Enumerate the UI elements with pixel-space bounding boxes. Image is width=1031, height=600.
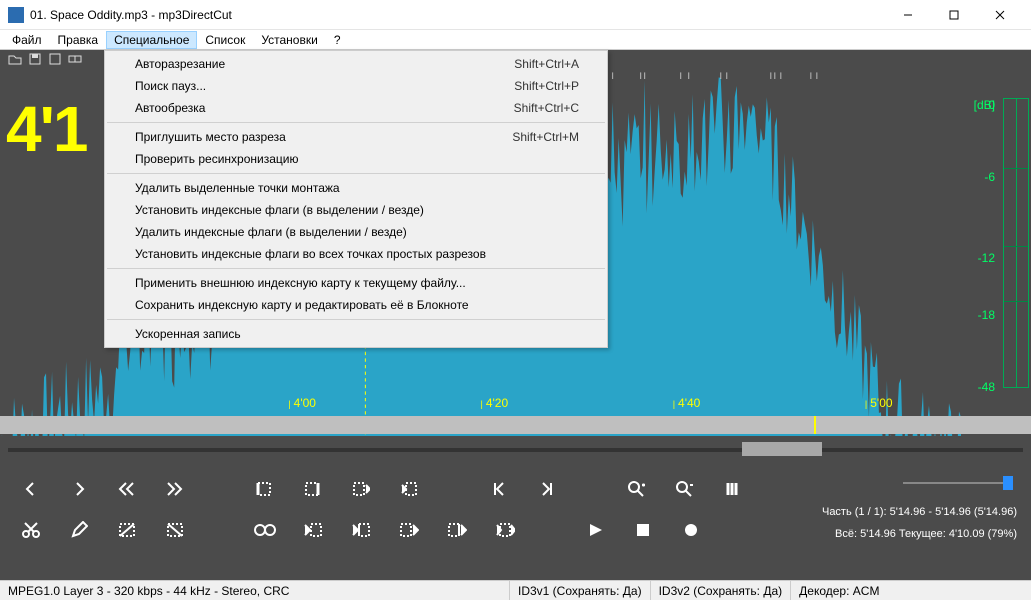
rewind-button[interactable]	[114, 476, 140, 502]
status-decoder: Декодер: ACM	[791, 581, 1031, 600]
overview-slider[interactable]	[0, 436, 1031, 464]
sel-play-start-button[interactable]	[348, 476, 374, 502]
menu-item[interactable]: Удалить выделенные точки монтажа	[105, 177, 607, 199]
record-button[interactable]	[678, 517, 704, 543]
title-bar: 01. Space Oddity.mp3 - mp3DirectCut	[0, 0, 1031, 30]
menu-separator	[107, 268, 605, 269]
zoom-fit-button[interactable]	[720, 476, 746, 502]
menu-special[interactable]: Специальное	[106, 31, 197, 49]
menu-item[interactable]: Проверить ресинхронизацию	[105, 148, 607, 170]
menu-settings[interactable]: Установки	[253, 31, 325, 49]
close-button[interactable]	[977, 0, 1023, 30]
next-cut-button[interactable]	[534, 476, 560, 502]
minimize-button[interactable]	[885, 0, 931, 30]
zoom-out-button[interactable]	[672, 476, 698, 502]
db-tick-0: 0	[988, 98, 995, 112]
batch-icon[interactable]	[68, 53, 82, 65]
info-line-2: Всё: 5'14.96 Текущее: 4'10.09 (79%)	[835, 526, 1017, 542]
play-sel-e-button[interactable]	[492, 517, 518, 543]
fastfwd-button[interactable]	[162, 476, 188, 502]
stop-button[interactable]	[630, 517, 656, 543]
db-tick-12: -12	[978, 251, 995, 265]
menu-file[interactable]: Файл	[4, 31, 50, 49]
cut-button[interactable]	[18, 517, 44, 543]
edit-button[interactable]	[66, 517, 92, 543]
play-sel-c-button[interactable]	[396, 517, 422, 543]
menu-list[interactable]: Список	[197, 31, 253, 49]
menu-separator	[107, 319, 605, 320]
menu-item[interactable]: Сохранить индексную карту и редактироват…	[105, 294, 607, 316]
position-cursor	[814, 416, 816, 434]
menu-item[interactable]: Поиск пауз...Shift+Ctrl+P	[105, 75, 607, 97]
sel-start-button[interactable]	[252, 476, 278, 502]
menu-bar: Файл Правка Специальное Список Установки…	[0, 30, 1031, 50]
status-format: MPEG1.0 Layer 3 - 320 kbps - 44 kHz - St…	[0, 581, 510, 600]
ruler-tick: 5'00	[865, 396, 893, 410]
menu-item[interactable]: Установить индексные флаги во всех точка…	[105, 243, 607, 265]
loop-button[interactable]	[252, 517, 278, 543]
status-id3v2: ID3v2 (Сохранять: Да)	[651, 581, 792, 600]
menu-separator	[107, 122, 605, 123]
db-tick-18: -18	[978, 308, 995, 322]
db-meter	[1003, 98, 1029, 388]
ruler-tick: 4'40	[673, 396, 701, 410]
menu-item[interactable]: АвторазрезаниеShift+Ctrl+A	[105, 53, 607, 75]
status-id3v1: ID3v1 (Сохранять: Да)	[510, 581, 651, 600]
menu-item[interactable]: Ускоренная запись	[105, 323, 607, 345]
ruler-tick: 4'00	[288, 396, 316, 410]
big-time-display: 4'1	[6, 92, 86, 166]
status-bar: MPEG1.0 Layer 3 - 320 kbps - 44 kHz - St…	[0, 580, 1031, 600]
prev-cut-button[interactable]	[486, 476, 512, 502]
special-menu-dropdown: АвторазрезаниеShift+Ctrl+AПоиск пауз...S…	[104, 50, 608, 348]
menu-separator	[107, 173, 605, 174]
save-sel-icon[interactable]	[48, 53, 62, 65]
save-icon[interactable]	[28, 53, 42, 65]
volume-thumb[interactable]	[1003, 476, 1013, 490]
transport-controls: Часть (1 / 1): 5'14.96 - 5'14.96 (5'14.9…	[0, 464, 1031, 580]
db-tick-6: -6	[984, 170, 995, 184]
info-line-1: Часть (1 / 1): 5'14.96 - 5'14.96 (5'14.9…	[822, 504, 1017, 520]
play-sel-b-button[interactable]	[348, 517, 374, 543]
menu-item[interactable]: Приглушить место разрезаShift+Ctrl+M	[105, 126, 607, 148]
app-icon	[8, 7, 24, 23]
sel-end-button[interactable]	[300, 476, 326, 502]
menu-item[interactable]: Удалить индексные флаги (в выделении / в…	[105, 221, 607, 243]
menu-edit[interactable]: Правка	[50, 31, 107, 49]
menu-help[interactable]: ?	[326, 31, 349, 49]
play-button[interactable]	[582, 517, 608, 543]
fade-out-button[interactable]	[162, 517, 188, 543]
db-tick-48: -48	[978, 380, 995, 394]
menu-item[interactable]: АвтообрезкаShift+Ctrl+C	[105, 97, 607, 119]
ruler-tick: 4'20	[481, 396, 509, 410]
db-scale: [dB] 0 -6 -12 -18 -48	[961, 98, 1031, 398]
volume-slider[interactable]	[903, 476, 1013, 490]
zoom-in-button[interactable]	[624, 476, 650, 502]
overview-thumb[interactable]	[742, 442, 822, 456]
play-sel-a-button[interactable]	[300, 517, 326, 543]
play-sel-d-button[interactable]	[444, 517, 470, 543]
open-icon[interactable]	[8, 53, 22, 65]
menu-item[interactable]: Применить внешнюю индексную карту к теку…	[105, 272, 607, 294]
skip-fwd-button[interactable]	[66, 476, 92, 502]
fade-in-button[interactable]	[114, 517, 140, 543]
skip-back-button[interactable]	[18, 476, 44, 502]
menu-item[interactable]: Установить индексные флаги (в выделении …	[105, 199, 607, 221]
sel-play-end-button[interactable]	[396, 476, 422, 502]
time-ruler: 4'00 4'20 4'40 5'00	[0, 398, 961, 410]
maximize-button[interactable]	[931, 0, 977, 30]
position-bar[interactable]	[0, 416, 1031, 434]
window-title: 01. Space Oddity.mp3 - mp3DirectCut	[30, 8, 885, 22]
